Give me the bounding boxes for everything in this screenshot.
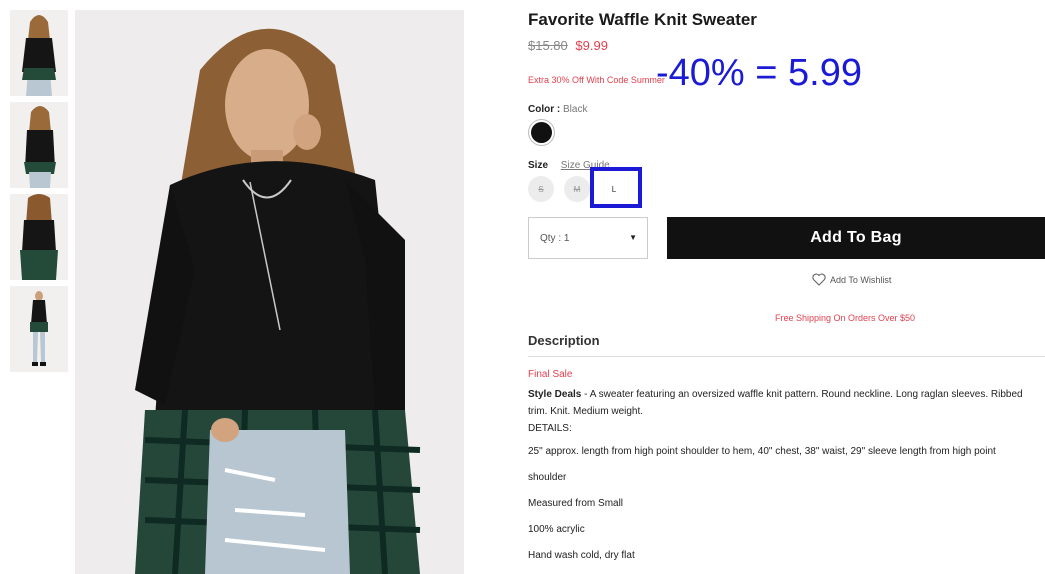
final-sale-label: Final Sale — [528, 369, 573, 380]
wishlist-label: Add To Wishlist — [830, 274, 892, 285]
description-text: Style Deals - A sweater featuring an ove… — [528, 386, 1038, 420]
detail-line: shoulder — [528, 472, 567, 483]
size-option-s[interactable]: S — [528, 176, 554, 202]
color-value: Black — [563, 104, 588, 115]
original-price: $15.80 — [528, 38, 568, 53]
description-summary: - A sweater featuring an oversized waffl… — [528, 389, 1023, 417]
price-row: $15.80 $9.99 — [528, 38, 608, 53]
thumbnail-list — [10, 10, 68, 378]
color-swatch-black[interactable] — [528, 119, 555, 146]
size-highlight-box — [590, 167, 642, 208]
product-info-panel: Favorite Waffle Knit Sweater $15.80 $9.9… — [528, 0, 1045, 574]
thumbnail-3[interactable] — [10, 194, 68, 280]
detail-line: 25" approx. length from high point shoul… — [528, 446, 996, 457]
details-label: DETAILS: — [528, 423, 572, 434]
product-main-image[interactable] — [75, 10, 464, 574]
add-to-bag-button[interactable]: Add To Bag — [667, 217, 1045, 259]
sale-price: $9.99 — [575, 38, 608, 53]
price-annotation: -40% = 5.99 — [656, 52, 862, 94]
thumbnail-4[interactable] — [10, 286, 68, 372]
quantity-label: Qty : 1 — [540, 232, 570, 244]
detail-line: Hand wash cold, dry flat — [528, 550, 635, 561]
description-heading: Description — [528, 333, 600, 348]
thumbnail-1[interactable] — [10, 10, 68, 96]
free-shipping-note: Free Shipping On Orders Over $50 — [775, 313, 916, 323]
quantity-select[interactable]: Qty : 1 ▼ — [528, 217, 648, 259]
size-option-m[interactable]: M — [564, 176, 590, 202]
size-label: Size — [528, 160, 549, 171]
detail-line: Measured from Small — [528, 498, 624, 509]
product-title: Favorite Waffle Knit Sweater — [528, 10, 757, 29]
detail-line: 100% acrylic — [528, 524, 585, 535]
description-divider — [528, 356, 1045, 357]
swatch-fill — [531, 122, 552, 143]
description-body: Final Sale Style Deals - A sweater featu… — [528, 369, 1038, 437]
promo-text: Extra 30% Off With Code Summer — [528, 75, 665, 85]
heart-icon — [812, 273, 826, 286]
caret-down-icon: ▼ — [629, 233, 637, 242]
color-row: Color : Black — [528, 104, 587, 115]
add-to-wishlist-link[interactable]: Add To Wishlist — [812, 273, 891, 286]
brand-name: Style Deals — [528, 389, 582, 400]
color-label: Color : — [528, 104, 561, 115]
thumbnail-2[interactable] — [10, 102, 68, 188]
